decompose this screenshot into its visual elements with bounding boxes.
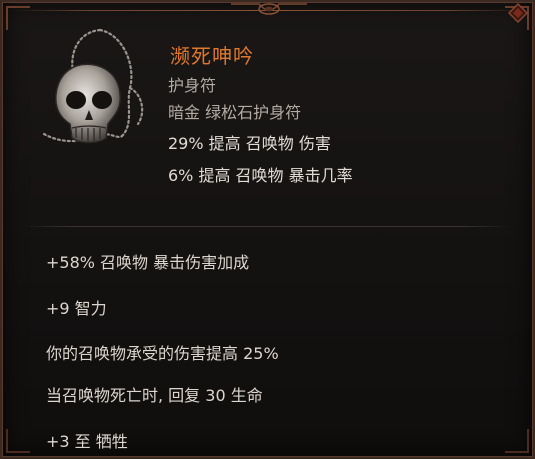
corner-bottom-right bbox=[505, 429, 529, 453]
top-ornament-icon bbox=[231, 3, 307, 15]
item-rarity: 暗金 绿松石护身符 bbox=[168, 103, 302, 122]
affix-stat: +58% 召唤物 暴击伤害加成 bbox=[46, 253, 250, 272]
implicit-stat: 6% 提高 召唤物 暴击几率 bbox=[168, 166, 353, 185]
affix-stat: +9 智力 bbox=[46, 299, 107, 318]
corner-bottom-left bbox=[6, 429, 30, 453]
affix-stat: 你的召唤物承受的伤害提高 25% bbox=[46, 344, 279, 363]
affix-stat: 当召唤物死亡时, 回复 30 生命 bbox=[46, 386, 263, 405]
item-name: 濒死呻吟 bbox=[170, 44, 254, 68]
affix-stat: +3 至 牺牲 bbox=[46, 432, 128, 451]
item-tooltip: 濒死呻吟 护身符 暗金 绿松石护身符 29% 提高 召唤物 伤害 6% 提高 召… bbox=[0, 0, 535, 459]
implicit-stat: 29% 提高 召唤物 伤害 bbox=[168, 134, 331, 153]
skull-amulet-icon bbox=[38, 24, 150, 152]
section-divider bbox=[22, 226, 513, 227]
corner-top-left bbox=[6, 6, 30, 30]
item-type: 护身符 bbox=[168, 76, 217, 95]
corner-gem-icon bbox=[507, 2, 529, 24]
